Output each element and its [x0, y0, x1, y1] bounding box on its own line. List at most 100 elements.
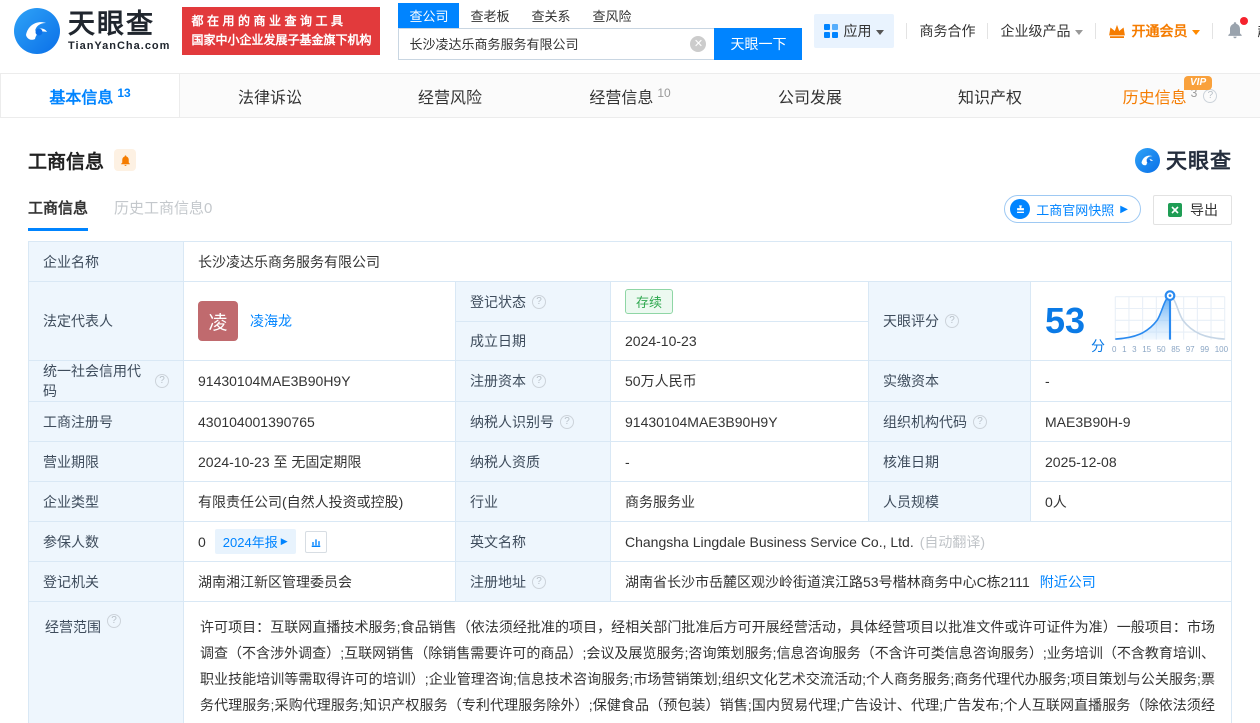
help-icon[interactable]: [107, 614, 121, 628]
table-row: 企业类型 有限责任公司(自然人投资或控股) 行业 商务服务业 人员规模 0人: [29, 481, 1231, 521]
auto-translate-note: (自动翻译): [919, 533, 986, 550]
help-icon[interactable]: [973, 414, 987, 429]
credit-code-value: 91430104MAE3B90H9Y: [183, 361, 455, 401]
chevron-down-icon: [1075, 29, 1084, 35]
divider: [1095, 23, 1097, 39]
help-icon[interactable]: [560, 414, 574, 429]
tab-intellectual-property[interactable]: 知识产权: [900, 74, 1080, 117]
tab-operating-risk[interactable]: 经营风险: [360, 74, 540, 117]
nav-open-vip[interactable]: 开通会员: [1108, 21, 1201, 41]
search-tabs: 查公司 查老板 查关系 查风险: [398, 2, 802, 28]
search-input[interactable]: [398, 27, 715, 60]
search-tab-relation[interactable]: 查关系: [520, 3, 581, 28]
help-icon[interactable]: [532, 294, 546, 309]
help-icon[interactable]: [155, 374, 169, 388]
reg-capital-label: 注册资本: [455, 361, 610, 401]
nearby-companies-link[interactable]: 附近公司: [1040, 572, 1096, 592]
business-term-label: 营业期限: [29, 442, 183, 481]
help-icon[interactable]: [532, 574, 546, 589]
staff-size-value: 0人: [1030, 482, 1231, 521]
arrow-right-icon: ▶: [1120, 203, 1128, 215]
reg-status-label: 登记状态: [455, 282, 610, 321]
table-row: 经营范围 许可项目：互联网直播技术服务;食品销售（依法须经批准的项目，经相关部门…: [29, 601, 1231, 723]
legal-rep-link[interactable]: 凌海龙: [250, 311, 292, 331]
search-tab-company[interactable]: 查公司: [398, 2, 460, 28]
search-tab-boss[interactable]: 查老板: [459, 3, 520, 28]
industry-label: 行业: [455, 482, 610, 521]
subtab-history-business-info[interactable]: 历史工商信息0: [114, 197, 212, 231]
establish-date-value: 2024-10-23: [610, 321, 868, 360]
export-button[interactable]: 导出: [1153, 195, 1232, 225]
company-tabbar: 基本信息 13 法律诉讼 经营风险 经营信息 10 公司发展 知识产权 VIP …: [0, 73, 1260, 118]
table-row: 营业期限 2024-10-23 至 无固定期限 纳税人资质 - 核准日期 202…: [29, 441, 1231, 481]
taxpayer-id-label: 纳税人识别号: [455, 402, 610, 441]
taxpayer-quality-value: -: [610, 442, 868, 481]
help-icon[interactable]: [1203, 88, 1218, 103]
stamp-icon: [1010, 199, 1031, 219]
reg-authority-label: 登记机关: [29, 562, 183, 601]
paid-capital-label: 实缴资本: [868, 361, 1030, 401]
divider: [906, 23, 908, 39]
english-name-label: 英文名称: [455, 522, 610, 561]
table-row: 统一社会信用代码 91430104MAE3B90H9Y 注册资本 50万人民币 …: [29, 360, 1231, 401]
establish-date-label: 成立日期: [455, 321, 610, 360]
help-icon[interactable]: [945, 314, 959, 328]
reg-address-value: 湖南省长沙市岳麓区观沙岭街道滨江路53号楷林商务中心C栋2111 附近公司: [610, 562, 1231, 601]
subscribe-bell-button[interactable]: [114, 149, 137, 171]
annual-report-tag[interactable]: 2024年报 ▶: [214, 529, 296, 554]
chevron-down-icon: [876, 29, 885, 35]
business-info-table: 企业名称 长沙凌达乐商务服务有限公司 法定代表人 凌 凌海龙 登记状态 存续 成…: [28, 241, 1232, 723]
tab-operating-info[interactable]: 经营信息 10: [540, 74, 720, 117]
subtab-business-info[interactable]: 工商信息: [28, 197, 89, 231]
score-value: 53 分 0 1 3 15 50 85 97 99 100: [1030, 282, 1231, 360]
tianyancha-swirl-icon: [14, 8, 60, 54]
crown-icon: [1109, 24, 1126, 38]
trend-chart-button[interactable]: [304, 530, 327, 553]
company-type-label: 企业类型: [29, 482, 183, 521]
tab-legal-proceedings[interactable]: 法律诉讼: [180, 74, 360, 117]
avatar[interactable]: 凌: [198, 301, 238, 341]
nav-cooperation[interactable]: 商务合作: [919, 21, 975, 41]
notification-dot: [1240, 16, 1249, 25]
table-row: 法定代表人 凌 凌海龙 登记状态 存续 成立日期 2024-10-23 天眼评分: [29, 281, 1231, 360]
tab-history-info[interactable]: VIP 历史信息 3: [1080, 74, 1260, 117]
nav-enterprise-products[interactable]: 企业级产品: [1000, 21, 1084, 41]
tianyancha-logo[interactable]: 天眼查 TianYanCha.com: [14, 8, 170, 54]
approval-date-label: 核准日期: [868, 442, 1030, 481]
table-row: 企业名称 长沙凌达乐商务服务有限公司: [29, 242, 1231, 281]
search-area: 查公司 查老板 查关系 查风险 ✕ 天眼一下: [398, 2, 803, 60]
notification-bell[interactable]: [1225, 16, 1249, 43]
industry-value: 商务服务业: [610, 482, 868, 521]
score-axis-labels: 01 3 15 50 85 97 99 100: [1112, 345, 1229, 354]
clear-icon[interactable]: ✕: [690, 35, 707, 52]
reg-address-label: 注册地址: [455, 562, 610, 601]
tab-basic-info[interactable]: 基本信息 13: [0, 74, 180, 117]
divider: [1212, 23, 1214, 39]
tianyancha-watermark: 天眼查: [1135, 145, 1232, 175]
nav-apps[interactable]: 应用: [814, 14, 895, 48]
legal-rep-value: 凌 凌海龙: [183, 282, 455, 360]
approval-date-value: 2025-12-08: [1030, 442, 1231, 481]
reg-number-label: 工商注册号: [29, 402, 183, 441]
table-row: 参保人数 0 2024年报 ▶ 英文名称 Changsha Lingdale Bu…: [29, 521, 1231, 561]
bar-chart-icon: [311, 538, 320, 547]
company-name-value: 长沙凌达乐商务服务有限公司: [183, 242, 1231, 281]
official-snapshot-button[interactable]: 工商官网快照 ▶: [1004, 195, 1141, 223]
top-right-nav: 应用 商务合作 企业级产品 开通会员 超级风...: [814, 14, 1260, 48]
score-unit: 分: [1091, 338, 1106, 354]
org-code-value: MAE3B90H-9: [1030, 402, 1231, 441]
help-icon[interactable]: [532, 374, 546, 388]
bell-curve-icon: [1114, 290, 1226, 340]
tab-company-development[interactable]: 公司发展: [720, 74, 900, 117]
bell-icon: [120, 154, 130, 166]
brand-domain: TianYanCha.com: [68, 39, 171, 52]
excel-icon: [1168, 203, 1182, 217]
search-tab-risk[interactable]: 查风险: [582, 3, 643, 28]
search-button[interactable]: 天眼一下: [714, 27, 803, 60]
business-scope-label: 经营范围: [29, 602, 183, 723]
company-type-value: 有限责任公司(自然人投资或控股): [183, 482, 455, 521]
score-number: 53: [1045, 300, 1086, 341]
tianyancha-swirl-icon: [1135, 147, 1160, 173]
paid-capital-value: -: [1030, 361, 1231, 401]
english-name-value: Changsha Lingdale Business Service Co., …: [610, 522, 1231, 561]
